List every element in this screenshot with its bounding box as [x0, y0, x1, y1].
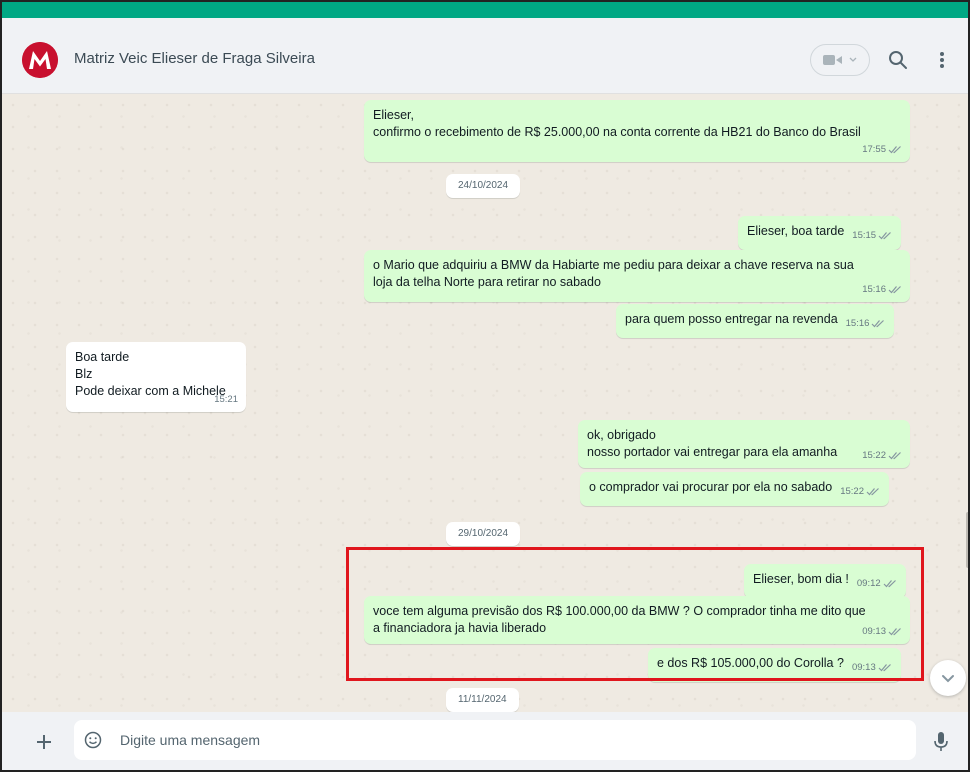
message-text: para quem posso entregar na revenda	[625, 312, 838, 326]
more-vertical-icon[interactable]	[936, 48, 948, 72]
scrollbar-thumb[interactable]	[966, 512, 968, 568]
emoji-icon[interactable]	[84, 731, 102, 749]
message-meta: 15:22	[840, 483, 880, 500]
message-meta: 15:16	[862, 281, 902, 298]
message-outgoing[interactable]: Elieser, confirmo o recebimento de R$ 25…	[364, 100, 910, 162]
message-meta: 09:13	[852, 659, 892, 676]
message-outgoing[interactable]: Elieser, bom dia ! 09:12	[744, 564, 906, 598]
message-time: 15:16	[862, 284, 886, 295]
video-call-icon	[823, 55, 842, 65]
message-outgoing[interactable]: e dos R$ 105.000,00 do Corolla ? 09:13	[648, 648, 901, 682]
message-time: 15:21	[214, 394, 238, 405]
top-accent-bar	[2, 2, 968, 18]
app-window: Matriz Veic Elieser de Fraga Silveira El…	[0, 0, 970, 772]
company-logo-icon[interactable]	[22, 42, 58, 78]
video-call-button[interactable]	[810, 44, 870, 76]
message-meta: 15:16	[846, 315, 886, 332]
double-check-icon	[866, 488, 879, 496]
scroll-down-button[interactable]	[930, 660, 966, 696]
chevron-down-icon	[849, 57, 857, 62]
plus-icon[interactable]	[34, 732, 54, 752]
double-check-icon	[878, 232, 891, 240]
double-check-icon	[888, 286, 901, 294]
message-incoming[interactable]: Boa tarde Blz Pode deixar com a Michele …	[66, 342, 246, 412]
double-check-icon	[888, 452, 901, 460]
date-separator: 29/10/2024	[446, 522, 521, 546]
message-text: Boa tarde Blz Pode deixar com a Michele	[75, 350, 226, 398]
composer-bar	[2, 712, 968, 770]
message-time: 15:22	[840, 486, 864, 497]
message-input[interactable]	[120, 720, 900, 760]
message-text: e dos R$ 105.000,00 do Corolla ?	[657, 656, 844, 670]
double-check-icon	[888, 146, 901, 154]
message-outgoing[interactable]: voce tem alguma previsão dos R$ 100.000,…	[364, 596, 910, 644]
message-outgoing[interactable]: o Mario que adquiriu a BMW da Habiarte m…	[364, 250, 910, 302]
message-meta: 09:12	[857, 575, 897, 592]
message-meta: 15:21	[214, 391, 238, 408]
message-time: 17:55	[862, 144, 886, 155]
message-meta: 17:55	[862, 141, 902, 158]
message-time: 15:16	[845, 318, 870, 329]
message-meta: 15:22	[862, 447, 902, 464]
message-input-box[interactable]	[74, 720, 916, 760]
double-check-icon	[871, 320, 885, 328]
message-text: Elieser, confirmo o recebimento de R$ 25…	[373, 108, 861, 139]
chat-header[interactable]: Matriz Veic Elieser de Fraga Silveira	[2, 18, 968, 94]
message-text: Elieser, bom dia !	[753, 572, 849, 586]
date-separator: 24/10/2024	[446, 174, 521, 198]
message-meta: 09:13	[862, 623, 902, 640]
message-text: o Mario que adquiriu a BMW da Habiarte m…	[373, 258, 854, 289]
message-outgoing[interactable]: ok, obrigado nosso portador vai entregar…	[578, 420, 910, 468]
message-meta: 15:15	[852, 227, 892, 244]
message-time: 15:22	[862, 450, 886, 461]
message-list[interactable]: Elieser, confirmo o recebimento de R$ 25…	[2, 94, 968, 712]
message-text: ok, obrigado nosso portador vai entregar…	[587, 428, 838, 459]
double-check-icon	[878, 664, 891, 672]
message-text: o comprador vai procurar por ela no saba…	[589, 480, 833, 494]
microphone-icon[interactable]	[932, 730, 950, 754]
chevron-down-icon	[942, 674, 954, 682]
date-separator: 11/11/2024	[446, 688, 519, 712]
message-outgoing[interactable]: para quem posso entregar na revenda 15:16	[616, 304, 895, 338]
contact-name[interactable]: Matriz Veic Elieser de Fraga Silveira	[74, 50, 315, 67]
message-time: 09:13	[851, 662, 876, 673]
double-check-icon	[883, 580, 896, 588]
double-check-icon	[888, 628, 901, 636]
message-text: Elieser, boa tarde	[747, 224, 845, 238]
message-text: voce tem alguma previsão dos R$ 100.000,…	[373, 604, 866, 635]
search-icon[interactable]	[886, 48, 910, 72]
message-time: 09:13	[862, 626, 886, 637]
message-time: 09:12	[856, 578, 881, 589]
message-outgoing[interactable]: Elieser, boa tarde 15:15	[738, 216, 902, 250]
message-outgoing[interactable]: o comprador vai procurar por ela no saba…	[580, 472, 889, 506]
message-time: 15:15	[852, 230, 877, 241]
